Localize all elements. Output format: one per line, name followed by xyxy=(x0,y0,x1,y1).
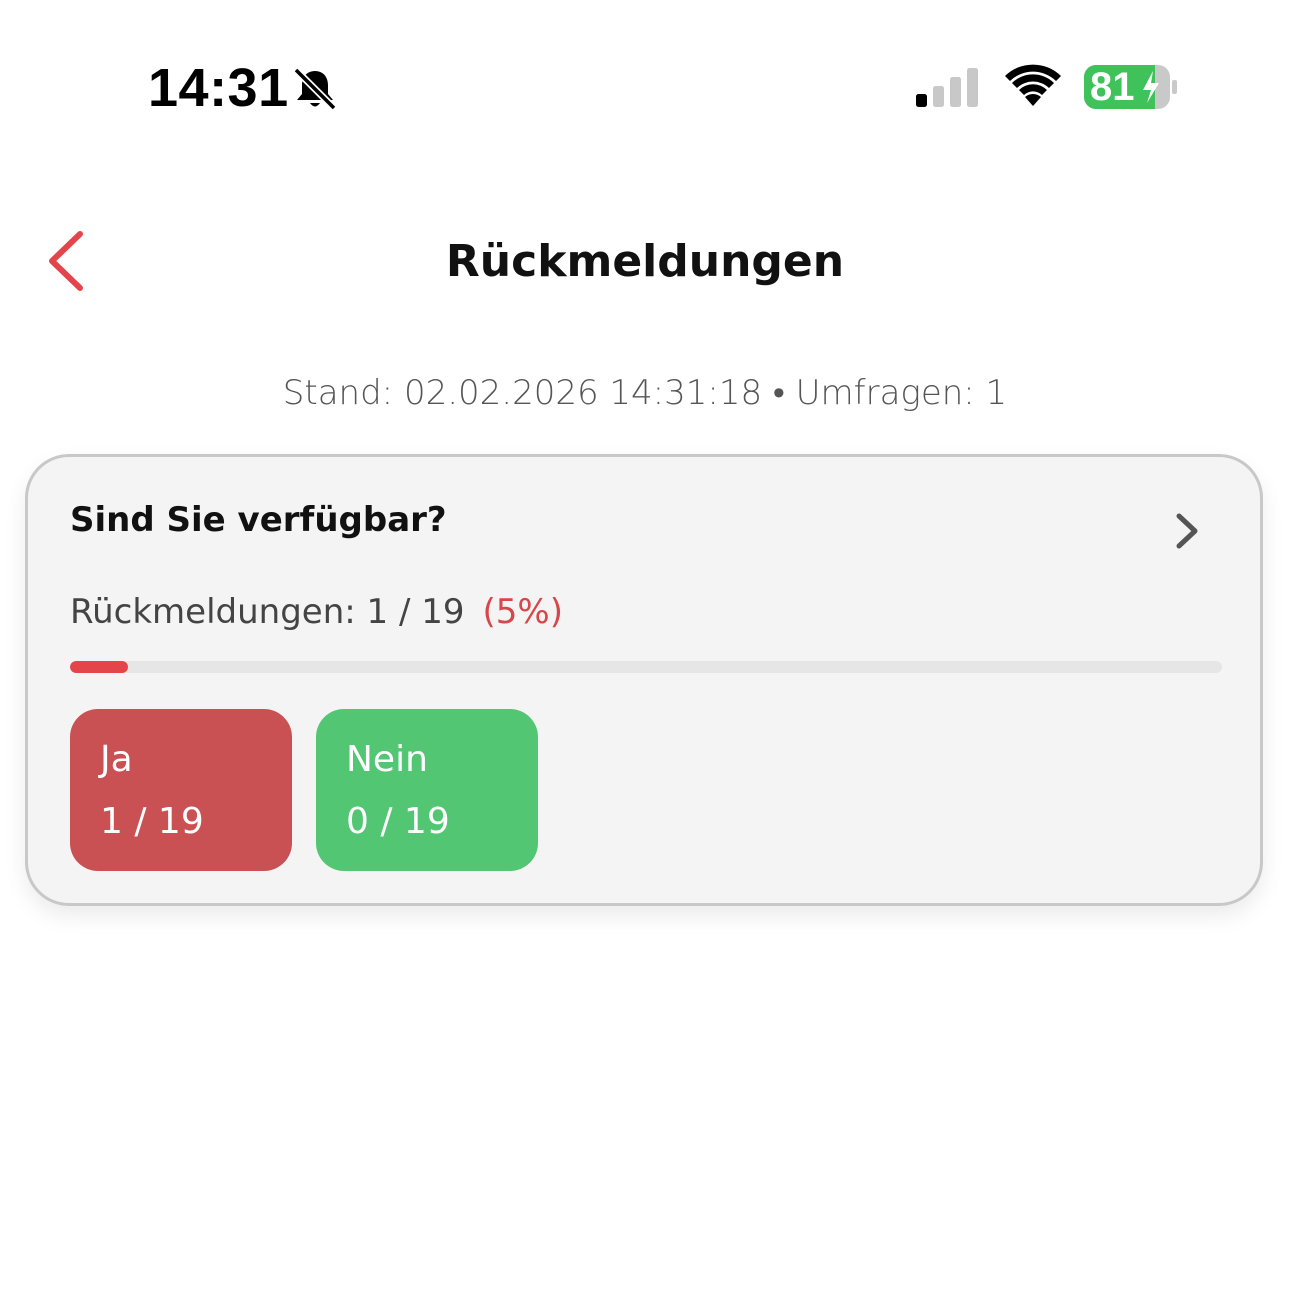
wifi-icon xyxy=(1005,64,1061,106)
progress-bar xyxy=(70,661,1222,673)
option-nein[interactable]: Nein 0 / 19 xyxy=(316,709,538,871)
responses-summary: Rückmeldungen: 1 / 19 (5%) xyxy=(70,589,563,635)
option-label: Nein xyxy=(346,739,428,780)
option-count: 0 / 19 xyxy=(346,801,450,842)
page-title: Rückmeldungen xyxy=(445,236,845,287)
battery-percent: 81 xyxy=(1090,65,1135,109)
poll-question: Sind Sie verfügbar? xyxy=(70,500,447,540)
option-label: Ja xyxy=(100,739,133,780)
chevron-right-icon[interactable] xyxy=(1170,509,1204,553)
status-bar: 14:31 81 xyxy=(0,0,1290,170)
bell-slash-icon xyxy=(293,67,337,111)
responses-count: Rückmeldungen: 1 / 19 xyxy=(70,592,465,632)
responses-percent: (5%) xyxy=(482,592,563,632)
progress-fill xyxy=(70,661,128,673)
cellular-signal-icon xyxy=(916,68,978,107)
poll-card[interactable]: Sind Sie verfügbar? Rückmeldungen: 1 / 1… xyxy=(25,454,1263,906)
status-meta: Stand: 02.02.2026 14:31:18 • Umfragen: 1 xyxy=(282,373,1008,413)
option-count: 1 / 19 xyxy=(100,801,204,842)
status-time: 14:31 xyxy=(148,58,289,118)
option-ja[interactable]: Ja 1 / 19 xyxy=(70,709,292,871)
